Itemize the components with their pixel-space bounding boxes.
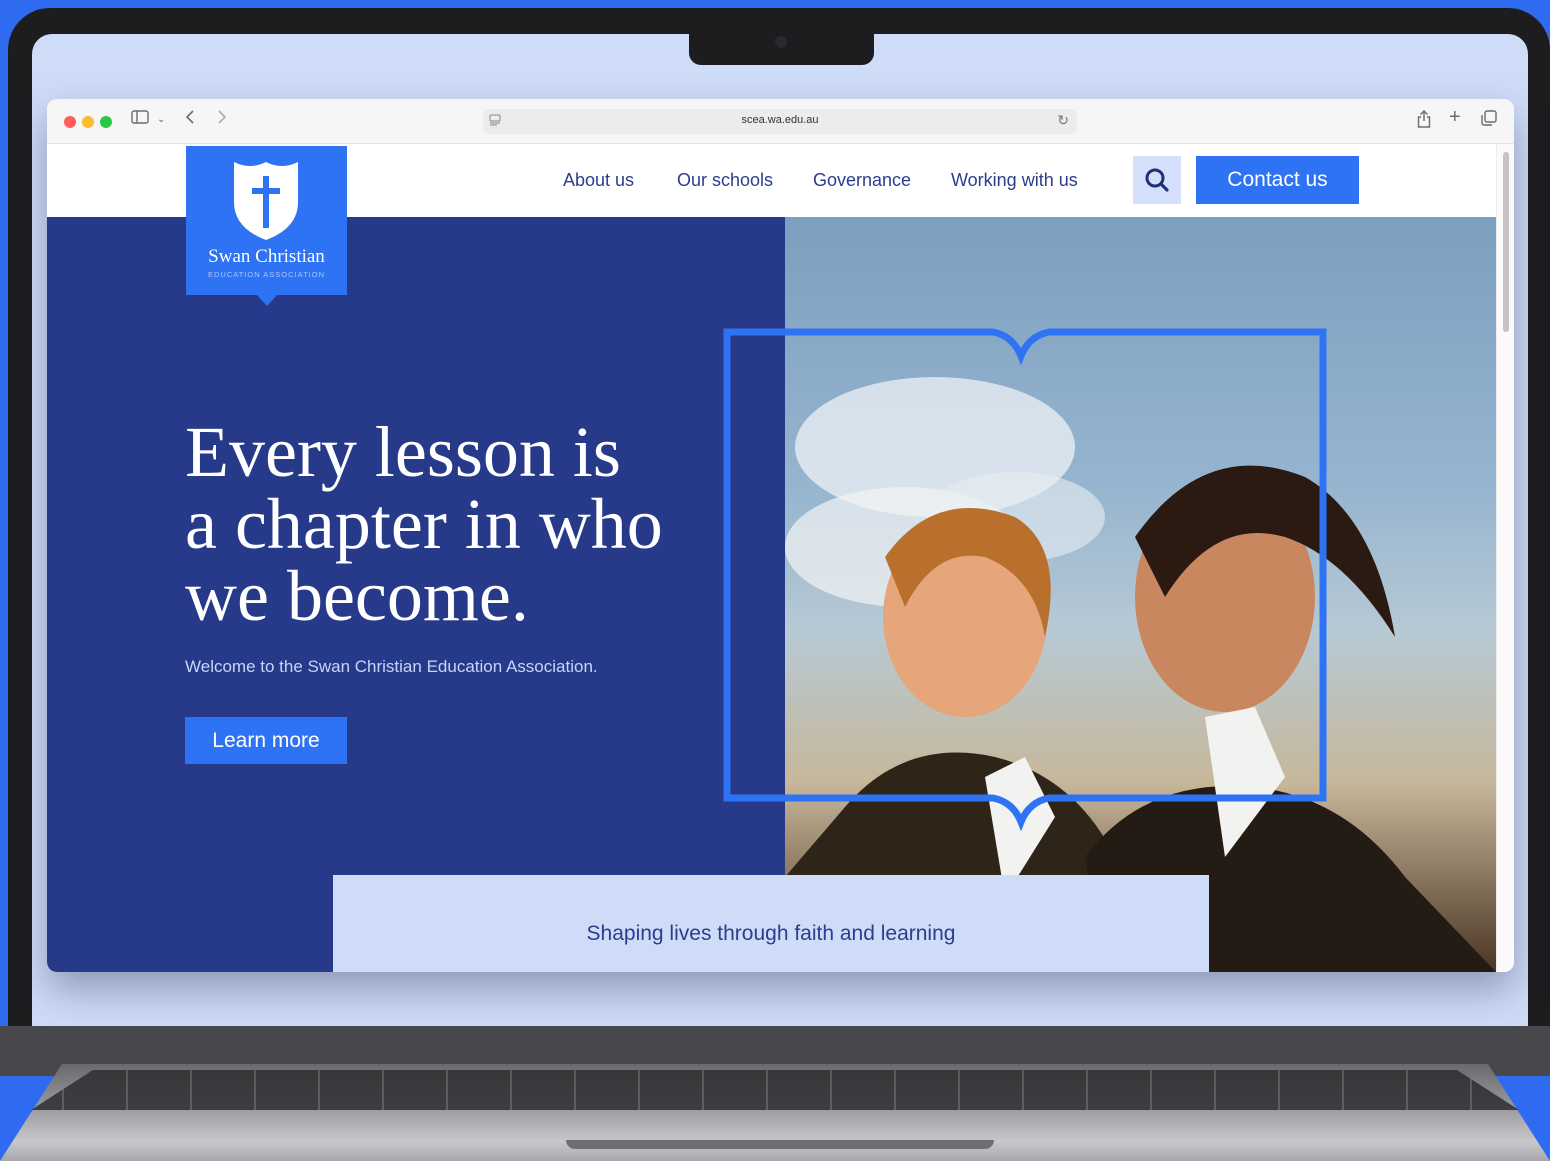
nav-governance[interactable]: Governance bbox=[813, 170, 911, 191]
chevron-down-icon[interactable]: ⌄ bbox=[157, 110, 165, 130]
camera-icon bbox=[775, 36, 787, 48]
share-icon[interactable] bbox=[1417, 110, 1431, 134]
close-window-button[interactable] bbox=[64, 116, 76, 128]
browser-window: ⌄ scea.wa.edu.au ↻ + About us Our school… bbox=[47, 99, 1514, 972]
browser-toolbar: ⌄ scea.wa.edu.au ↻ + bbox=[47, 99, 1514, 144]
site-logo[interactable]: Swan Christian EDUCATION ASSOCIATION bbox=[186, 146, 347, 295]
page-scrollbar[interactable] bbox=[1496, 144, 1514, 972]
nav-working-with-us[interactable]: Working with us bbox=[951, 170, 1078, 191]
zoom-window-button[interactable] bbox=[100, 116, 112, 128]
tagline-banner: Shaping lives through faith and learning bbox=[333, 875, 1209, 972]
hero-headline-line2: a chapter in who bbox=[185, 484, 663, 564]
url-text[interactable]: scea.wa.edu.au bbox=[483, 114, 1077, 126]
learn-more-button[interactable]: Learn more bbox=[185, 717, 347, 764]
hero-headline: Every lesson is a chapter in who we beco… bbox=[185, 416, 745, 632]
chevron-left-icon[interactable] bbox=[185, 110, 195, 130]
reload-icon[interactable]: ↻ bbox=[1057, 112, 1069, 129]
address-bar[interactable]: scea.wa.edu.au ↻ bbox=[483, 109, 1077, 134]
tagline-text: Shaping lives through faith and learning bbox=[586, 922, 956, 945]
plus-icon[interactable]: + bbox=[1449, 107, 1461, 127]
contact-us-button[interactable]: Contact us bbox=[1196, 156, 1359, 204]
hero-subtitle: Welcome to the Swan Christian Education … bbox=[185, 657, 598, 676]
logo-subtitle: EDUCATION ASSOCIATION bbox=[208, 270, 325, 279]
chevron-right-icon[interactable] bbox=[217, 110, 227, 130]
search-icon bbox=[1145, 168, 1169, 192]
logo-tail bbox=[256, 294, 278, 306]
book-frame-graphic bbox=[723, 328, 1327, 832]
hero-headline-line3: we become. bbox=[185, 556, 529, 636]
search-button[interactable] bbox=[1133, 156, 1181, 204]
nav-our-schools[interactable]: Our schools bbox=[677, 170, 773, 191]
web-page: About us Our schools Governance Working … bbox=[47, 144, 1496, 972]
shield-cross-icon bbox=[234, 162, 298, 240]
camera-notch bbox=[689, 34, 874, 65]
keyboard bbox=[31, 1070, 1519, 1110]
minimize-window-button[interactable] bbox=[82, 116, 94, 128]
scrollbar-thumb[interactable] bbox=[1503, 152, 1509, 332]
sidebar-icon[interactable] bbox=[131, 110, 149, 130]
hero-headline-line1: Every lesson is bbox=[185, 412, 621, 492]
nav-about-us[interactable]: About us bbox=[563, 170, 634, 191]
tabs-overview-icon[interactable] bbox=[1481, 110, 1497, 132]
logo-title: Swan Christian bbox=[208, 246, 325, 267]
trackpad-lip bbox=[566, 1140, 994, 1149]
